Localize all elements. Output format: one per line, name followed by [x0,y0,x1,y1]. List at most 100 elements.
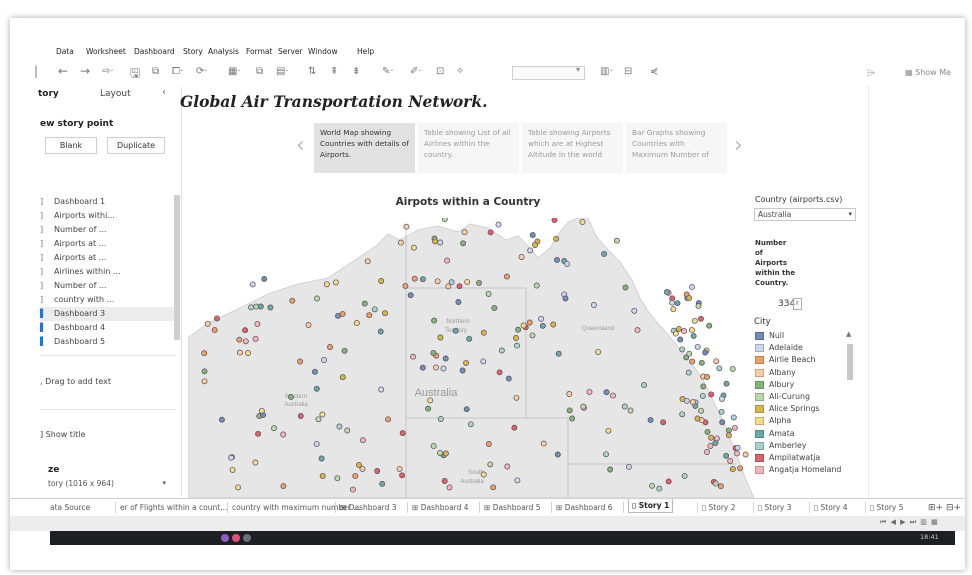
airport-mark[interactable] [718,395,725,402]
airport-mark[interactable] [378,278,385,284]
airport-mark[interactable] [708,434,715,441]
airport-mark[interactable] [327,344,333,350]
sheet-tab[interactable]: ⊞ Dashboard 3 [340,501,397,515]
airport-mark[interactable] [288,393,294,400]
airport-mark[interactable] [670,306,677,313]
airport-mark[interactable] [382,310,388,317]
drag-to-add-text[interactable]: , Drag to add text [40,377,111,386]
sheet-list-item[interactable]: ] Airports at ... [40,251,174,265]
airport-mark[interactable] [314,295,320,302]
airport-mark[interactable] [311,368,318,375]
airport-mark[interactable] [442,450,449,457]
airport-mark[interactable] [513,335,519,341]
presentation-icon[interactable]: ⊟ [624,66,632,77]
airport-mark[interactable] [514,342,520,349]
airport-mark[interactable] [432,238,439,245]
airport-mark[interactable] [297,413,304,419]
airport-mark[interactable] [411,275,418,282]
fit-icon[interactable]: ▥· [600,66,613,77]
airport-mark[interactable] [685,369,692,376]
airport-mark[interactable] [689,284,695,291]
airport-mark[interactable] [378,386,385,393]
airport-mark[interactable] [737,465,744,472]
airport-mark[interactable] [399,430,406,437]
airport-mark[interactable] [427,397,434,404]
airport-mark[interactable] [725,432,732,439]
airport-mark[interactable] [255,430,262,437]
redo-icon[interactable]: → [80,64,90,78]
scroll-up-icon[interactable]: ▲ [846,330,851,338]
airport-mark[interactable] [313,385,320,392]
airport-mark[interactable] [437,416,444,422]
save-icon[interactable]: 🖫 [130,64,140,85]
sheet-tab[interactable]: ⊞ Dashboard 5 [484,501,541,515]
airport-mark[interactable] [410,353,417,360]
airport-mark[interactable] [334,475,341,482]
airport-mark[interactable] [344,427,351,434]
undo-icon[interactable]: ← [58,64,68,78]
airport-mark[interactable] [305,322,312,328]
airport-mark[interactable] [419,276,426,283]
airport-mark[interactable] [249,281,256,288]
airport-mark[interactable] [433,364,440,371]
airport-mark[interactable] [235,484,242,491]
highlight-icon[interactable]: ✎· [382,66,394,77]
airport-mark[interactable] [610,392,616,399]
menu-item-story[interactable]: Story [183,47,203,56]
collapse-pane-icon[interactable]: ‹ [162,87,166,98]
airport-mark[interactable] [656,485,663,492]
airport-mark[interactable] [254,321,261,328]
airport-mark[interactable] [252,459,259,466]
sheet-list-item[interactable]: ] Dashboard 1 [40,195,174,209]
airport-mark[interactable] [377,328,384,335]
airport-mark[interactable] [242,338,249,345]
airport-mark[interactable] [437,450,443,456]
swap-icon[interactable]: ⇅ [308,66,316,77]
airport-mark[interactable] [603,451,609,458]
airport-mark[interactable] [498,347,505,354]
airport-mark[interactable] [366,312,373,319]
text-icon[interactable]: ⊡ [436,66,444,77]
clear-icon[interactable]: ▤· [276,66,289,77]
airport-mark[interactable] [627,407,634,414]
new-story-icon[interactable]: ⊟+ [946,501,961,515]
city-legend-item[interactable]: Alpha [755,415,835,427]
airport-mark[interactable] [442,355,449,362]
airport-mark[interactable] [460,240,467,247]
airport-mark[interactable] [491,304,498,311]
airport-mark[interactable] [441,218,448,222]
airport-mark[interactable] [686,295,693,302]
airport-mark[interactable] [727,458,734,464]
menu-item-window[interactable]: Window [308,47,338,56]
airport-mark[interactable] [459,367,466,374]
airport-mark[interactable] [706,322,713,329]
airport-mark[interactable] [364,258,371,265]
airport-mark[interactable] [621,403,628,410]
sheet-list-item[interactable]: ] Number of ... [40,223,174,237]
airport-mark[interactable] [257,303,264,310]
airport-mark[interactable] [533,282,540,289]
forward-icon[interactable]: ⇨· [102,66,114,77]
sheet-tab[interactable]: ⊞ Dashboard 4 [412,501,469,515]
airport-mark[interactable] [699,392,706,399]
airport-mark[interactable] [431,317,438,324]
airport-mark[interactable] [397,239,404,246]
menu-item-data[interactable]: Data [56,47,74,56]
airport-mark[interactable] [708,391,715,398]
airport-mark[interactable] [688,327,695,334]
number-stepper[interactable]: ⇳ [793,298,802,310]
airport-mark[interactable] [529,232,536,239]
airport-mark[interactable] [402,282,409,289]
airport-mark[interactable] [590,302,597,308]
airport-mark[interactable] [480,471,487,478]
airport-mark[interactable] [663,289,670,295]
new-dashboard-icon[interactable]: ⊞+ [928,501,943,515]
show-title-checkbox[interactable]: ] Show title [40,430,85,439]
airport-mark[interactable] [679,346,686,353]
airport-mark[interactable] [647,417,654,424]
airport-mark[interactable] [359,465,366,472]
airport-mark[interactable] [702,349,709,356]
city-legend-item[interactable]: Angatja Homeland [755,464,841,476]
airport-mark[interactable] [440,365,447,372]
share-icon[interactable]: ⋞ [650,66,658,77]
